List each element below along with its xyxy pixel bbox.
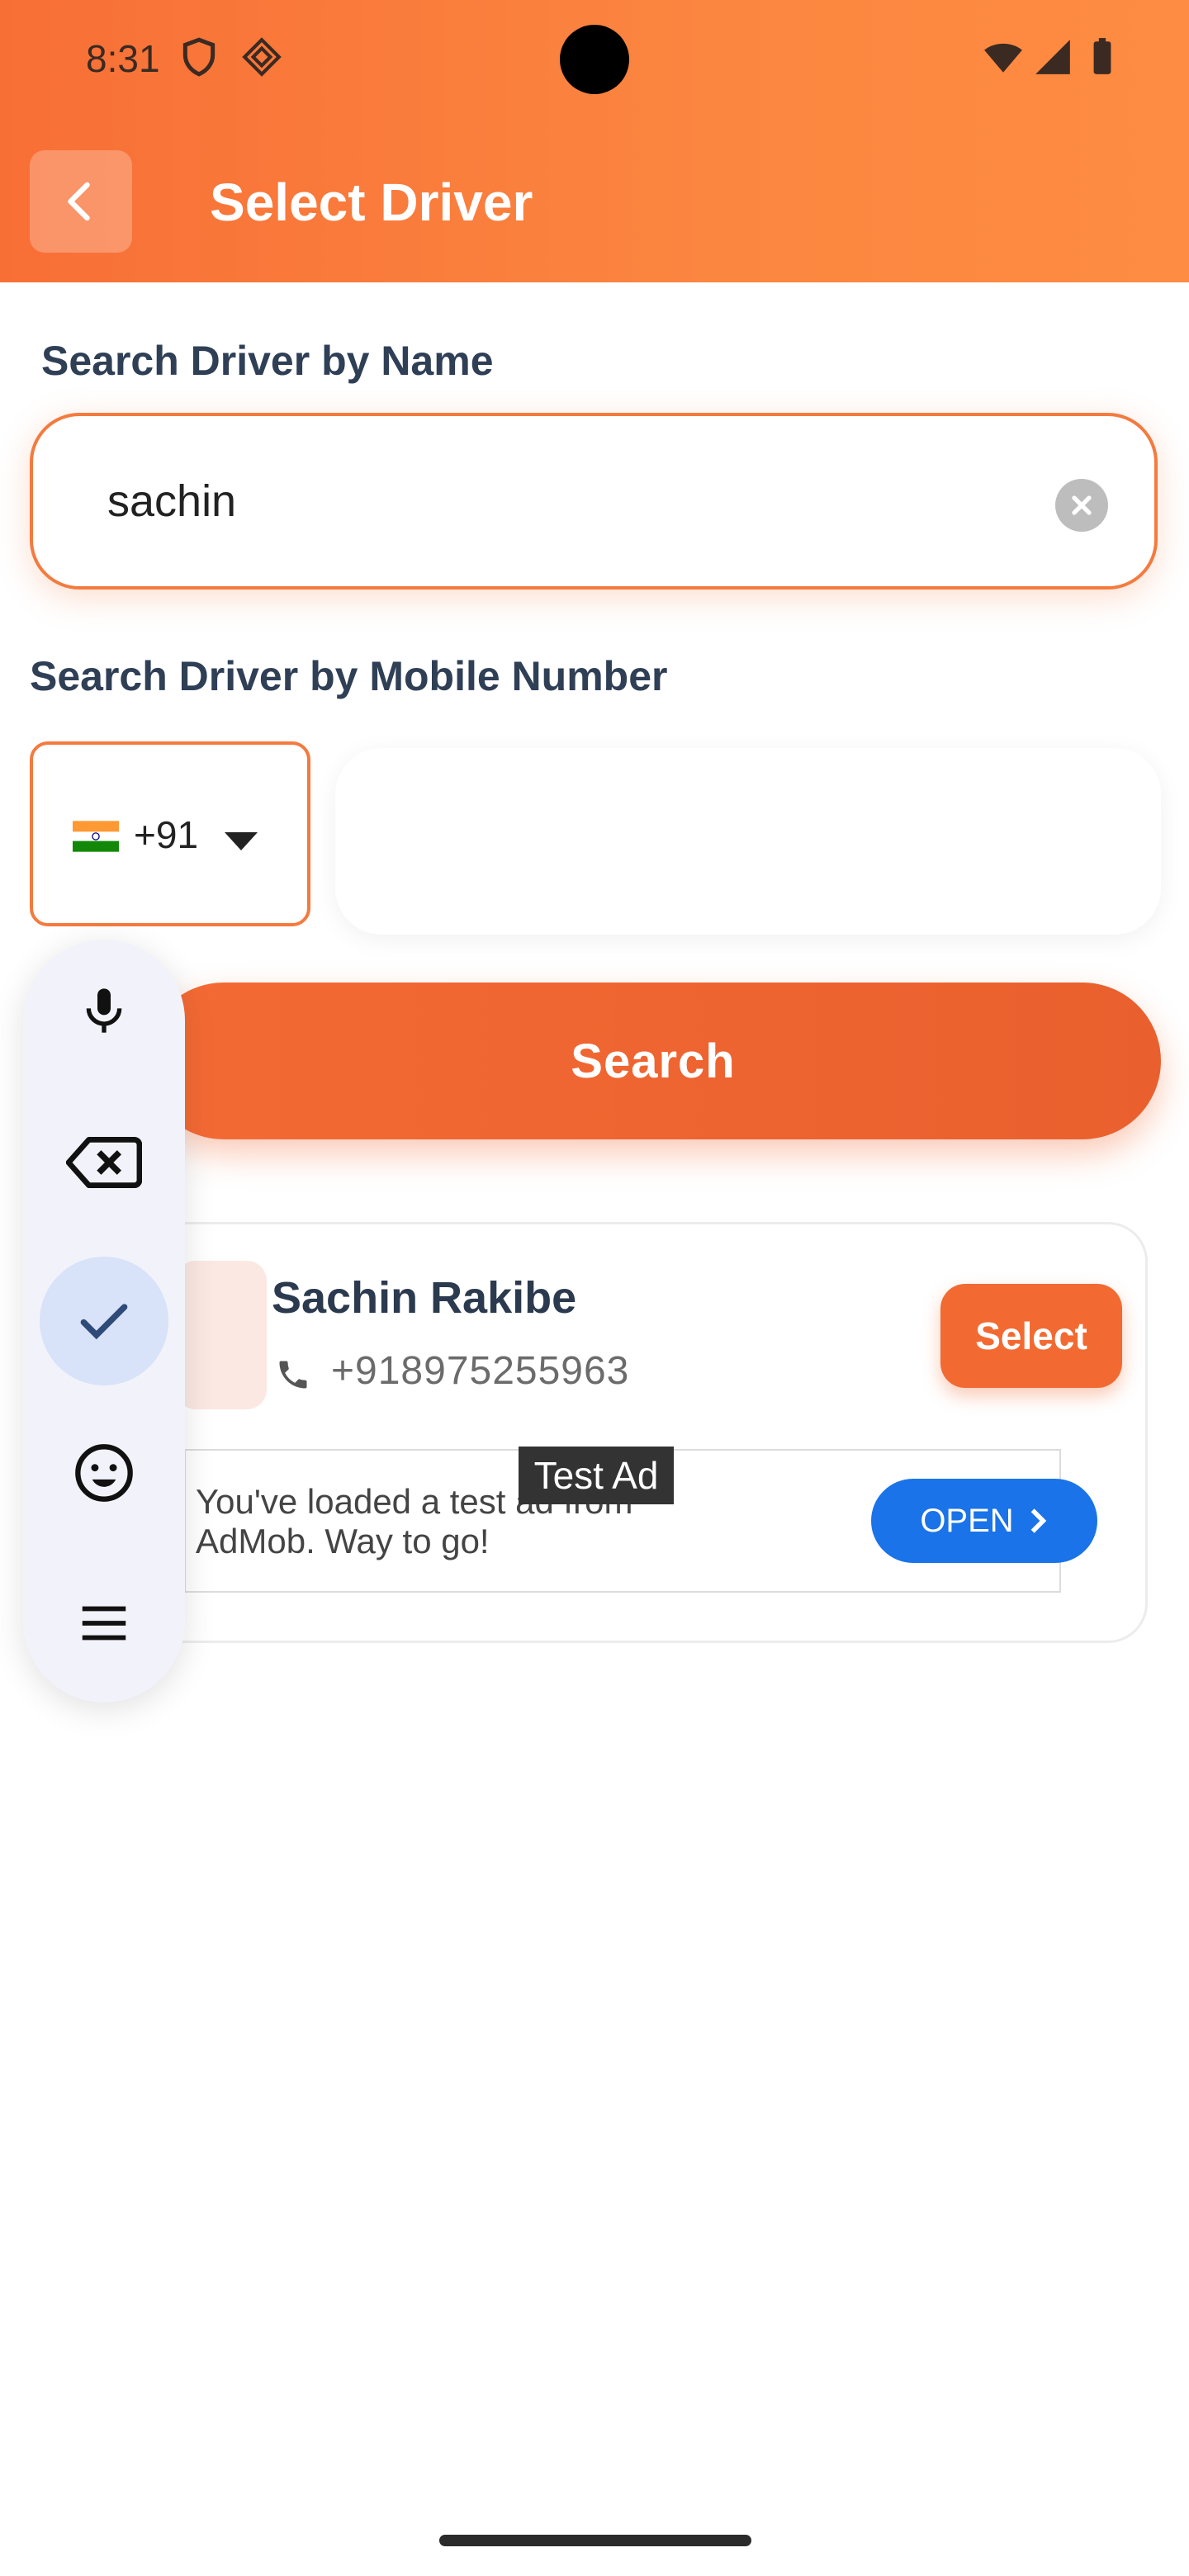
shield-icon: [182, 37, 216, 77]
country-code-selector[interactable]: +91: [30, 741, 310, 926]
wifi-icon: [984, 43, 1022, 73]
mobile-search-label: Search Driver by Mobile Number: [30, 653, 668, 699]
diamond-icon: [242, 37, 282, 77]
india-flag-icon: [73, 821, 119, 852]
name-search-input[interactable]: sachin: [30, 413, 1158, 590]
backspace-icon[interactable]: [40, 1098, 168, 1227]
status-time: 8:31: [86, 37, 160, 80]
name-search-label: Search Driver by Name: [41, 338, 494, 384]
chevron-right-icon: [1030, 1508, 1046, 1533]
avatar: [176, 1261, 267, 1409]
select-driver-button[interactable]: Select: [940, 1284, 1122, 1388]
mobile-number-input[interactable]: [335, 748, 1161, 935]
back-button[interactable]: [30, 150, 132, 253]
clear-icon[interactable]: [1055, 479, 1108, 532]
microphone-icon[interactable]: [40, 946, 168, 1075]
caret-down-icon: [225, 832, 258, 850]
home-indicator[interactable]: [439, 2535, 751, 2546]
name-search-value: sachin: [107, 476, 237, 526]
emoji-icon[interactable]: [40, 1409, 168, 1537]
signal-icon: [1035, 40, 1070, 74]
page-title: Select Driver: [210, 173, 533, 232]
camera-cutout: [560, 25, 629, 94]
search-button[interactable]: Search: [145, 983, 1161, 1139]
driver-phone: +918975255963: [331, 1349, 630, 1393]
test-ad-badge: Test Ad: [519, 1447, 674, 1504]
country-code: +91: [134, 813, 199, 856]
menu-icon[interactable]: [40, 1559, 168, 1688]
ad-open-button[interactable]: OPEN: [871, 1479, 1097, 1563]
ad-open-label: OPEN: [920, 1502, 1014, 1539]
keyboard-toolbar: [23, 940, 185, 1702]
check-icon[interactable]: [40, 1257, 168, 1385]
battery-icon: [1093, 38, 1111, 74]
app-header: 8:31 Select Driver: [0, 0, 1189, 282]
driver-result-card: Sachin Rakibe +918975255963 Select You'v…: [124, 1222, 1148, 1643]
phone-icon: [279, 1361, 307, 1389]
chevron-left-icon: [68, 182, 90, 221]
driver-name: Sachin Rakibe: [272, 1273, 577, 1323]
